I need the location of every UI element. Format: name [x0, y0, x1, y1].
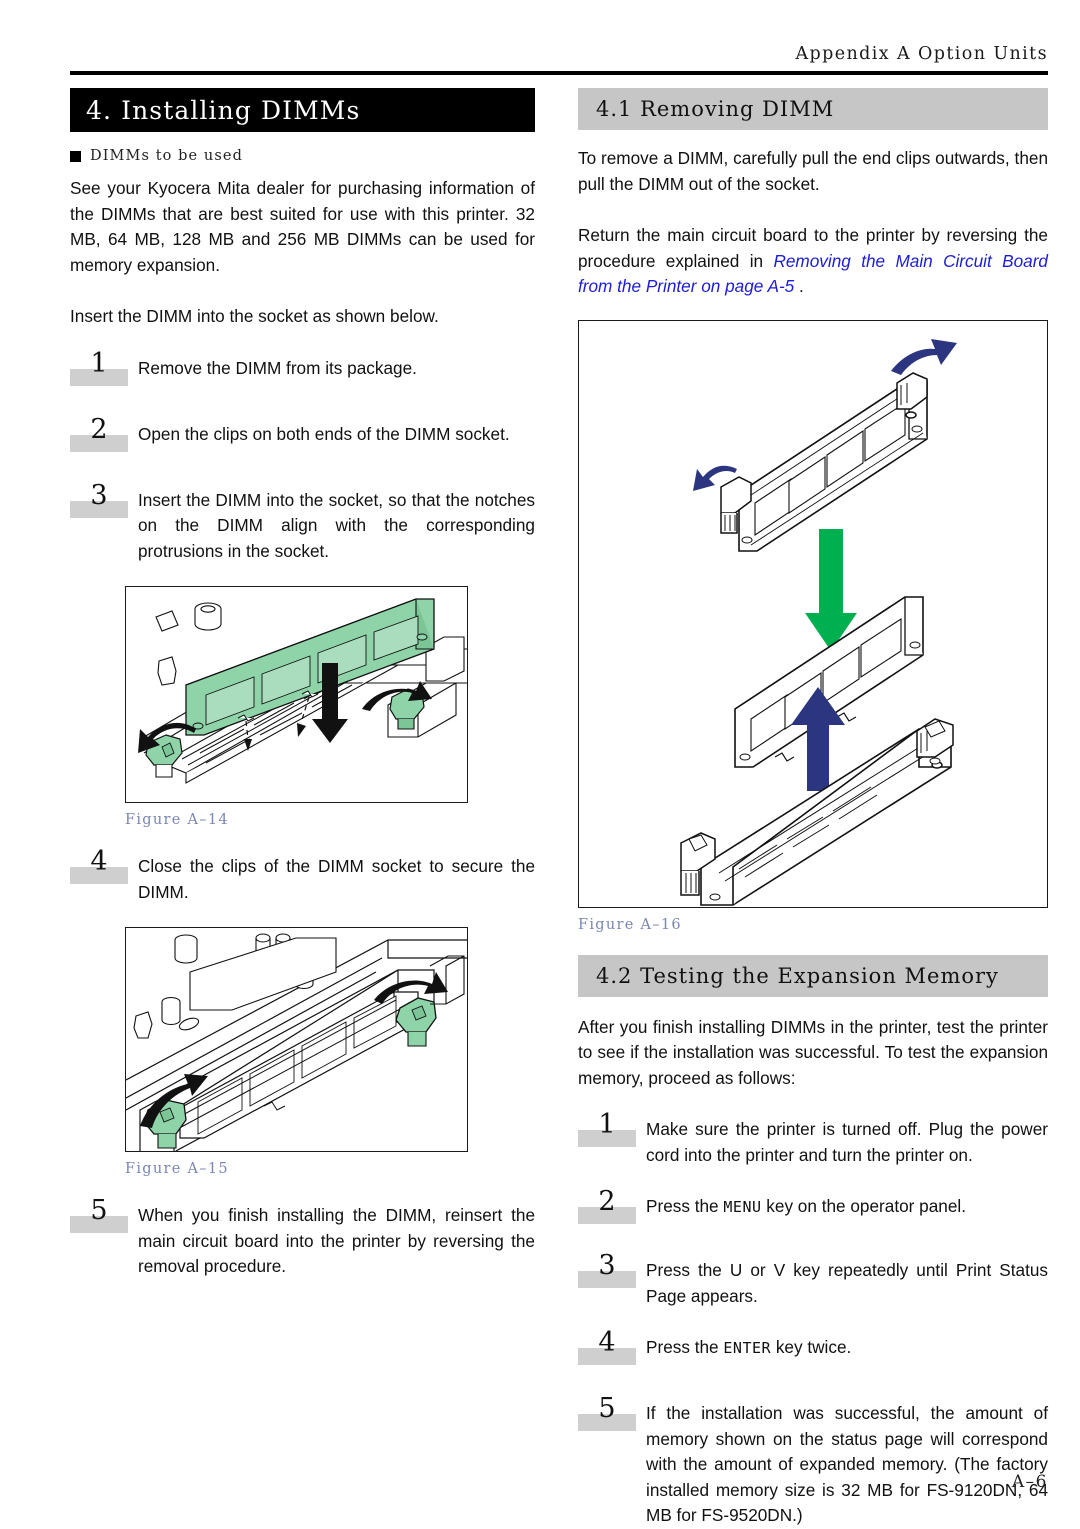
step-number-digit: 4	[598, 1327, 616, 1358]
step-item: 2 Press the MENU key on the operator pan…	[578, 1187, 1048, 1228]
figure-a14-frame	[125, 586, 468, 803]
step-text: Close the clips of the DIMM socket to se…	[138, 856, 535, 902]
step-text: Press the MENU key on the operator panel…	[646, 1194, 1048, 1221]
step-text: When you finish installing the DIMM, rei…	[138, 1205, 535, 1276]
step-number-digit: 2	[90, 413, 108, 445]
step-number-marker: 1	[70, 347, 128, 386]
paragraph-return-suffix: .	[794, 276, 804, 296]
step-item: 3 Insert the DIMM into the socket, so th…	[70, 480, 535, 565]
section-heading-testing-expansion-memory: 4.2 Testing the Expansion Memory	[578, 954, 1048, 997]
step-text: Remove the DIMM from its package.	[138, 357, 417, 378]
step-number-digit: 5	[90, 1195, 108, 1226]
step-number-marker: 1	[578, 1109, 636, 1147]
step-item: 5 If the installation was successful, th…	[578, 1394, 1048, 1529]
figure-a16: Figure A–16	[578, 319, 1048, 933]
step-text-after-key: key twice.	[771, 1337, 852, 1357]
step-item: 3 Press the U or V key repeatedly until …	[578, 1251, 1048, 1309]
step-text: If the installation was successful, the …	[646, 1403, 1048, 1525]
step-number-marker: 4	[70, 846, 128, 884]
figure-a14: Figure A–14	[70, 586, 535, 828]
bullet-heading-label: DIMMs to be used	[90, 148, 243, 164]
step-number-digit: 5	[598, 1393, 616, 1424]
step-number-digit: 4	[90, 846, 108, 877]
step-text: Press the U or V key repeatedly until Pr…	[646, 1260, 1048, 1306]
section-heading-removing-dimm: 4.1 Removing DIMM	[578, 88, 1048, 130]
header-rule	[70, 71, 1048, 75]
bullet-heading-dimms-to-be-used: DIMMs to be used	[70, 148, 535, 164]
step-number-marker: 5	[578, 1393, 636, 1431]
filled-square-bullet-icon	[70, 150, 81, 162]
step-number-digit: 3	[598, 1250, 616, 1281]
step-item: 5 When you finish installing the DIMM, r…	[70, 1196, 535, 1280]
paragraph-dimm-purchasing-info: See your Kyocera Mita dealer for purchas…	[70, 178, 535, 275]
step-item: 2 Open the clips on both ends of the DIM…	[70, 414, 535, 456]
paragraph-insert-dimm: Insert the DIMM into the socket as shown…	[70, 306, 439, 326]
running-header-title: Appendix A Option Units	[795, 44, 1048, 64]
step-number-marker: 3	[578, 1250, 636, 1288]
figure-a15: Figure A–15	[70, 927, 535, 1177]
paragraph-remove-dimm: To remove a DIMM, carefully pull the end…	[578, 148, 1048, 194]
step-item: 4 Close the clips of the DIMM socket to …	[70, 847, 535, 905]
step-number-marker: 2	[578, 1186, 636, 1224]
figure-a15-illustration	[126, 928, 467, 1151]
step-text-after-key: key on the operator panel.	[761, 1196, 966, 1216]
figure-a14-illustration	[126, 587, 467, 802]
figure-a16-caption: Figure A–16	[578, 916, 682, 933]
step-number-marker: 3	[70, 479, 128, 518]
step-number-digit: 1	[598, 1109, 616, 1140]
step-text: Open the clips on both ends of the DIMM …	[138, 423, 510, 444]
figure-a16-illustration	[579, 320, 1047, 907]
step-number-marker: 2	[70, 413, 128, 452]
figure-a14-caption: Figure A–14	[125, 812, 229, 828]
step-text: Insert the DIMM into the socket, so that…	[138, 489, 535, 561]
step-number-digit: 1	[90, 347, 108, 379]
key-label-enter: ENTER	[723, 1339, 772, 1357]
step-item: 4 Press the ENTER key twice.	[578, 1328, 1048, 1369]
figure-a15-frame	[125, 927, 468, 1152]
figure-a15-caption: Figure A–15	[125, 1161, 229, 1177]
step-item: 1 Remove the DIMM from its package.	[70, 348, 535, 390]
section-heading-installing-dimms: 4. Installing DIMMs	[70, 88, 535, 132]
step-text: Press the ENTER key twice.	[646, 1335, 1048, 1362]
step-text-before-key: Press the	[646, 1337, 724, 1357]
figure-a16-frame	[578, 319, 1048, 908]
step-text-before-key: Press the	[646, 1196, 724, 1216]
step-text: Make sure the printer is turned off. Plu…	[646, 1119, 1048, 1165]
left-column: 4. Installing DIMMs DIMMs to be used See…	[70, 88, 535, 1280]
paragraph-testing-intro: After you finish installing DIMMs in the…	[578, 1016, 1048, 1088]
paragraph-return-board: Return the main circuit board to the pri…	[578, 223, 1048, 300]
running-header: Appendix A Option Units	[70, 44, 1048, 64]
step-number-marker: 4	[578, 1327, 636, 1365]
step-number-digit: 2	[598, 1186, 616, 1217]
key-label-menu: MENU	[723, 1198, 762, 1216]
step-item: 1 Make sure the printer is turned off. P…	[578, 1110, 1048, 1168]
step-number-digit: 3	[90, 479, 108, 511]
page-number: A–6	[1011, 1472, 1048, 1492]
right-column: 4.1 Removing DIMM To remove a DIMM, care…	[578, 88, 1048, 1529]
step-number-marker: 5	[70, 1195, 128, 1233]
